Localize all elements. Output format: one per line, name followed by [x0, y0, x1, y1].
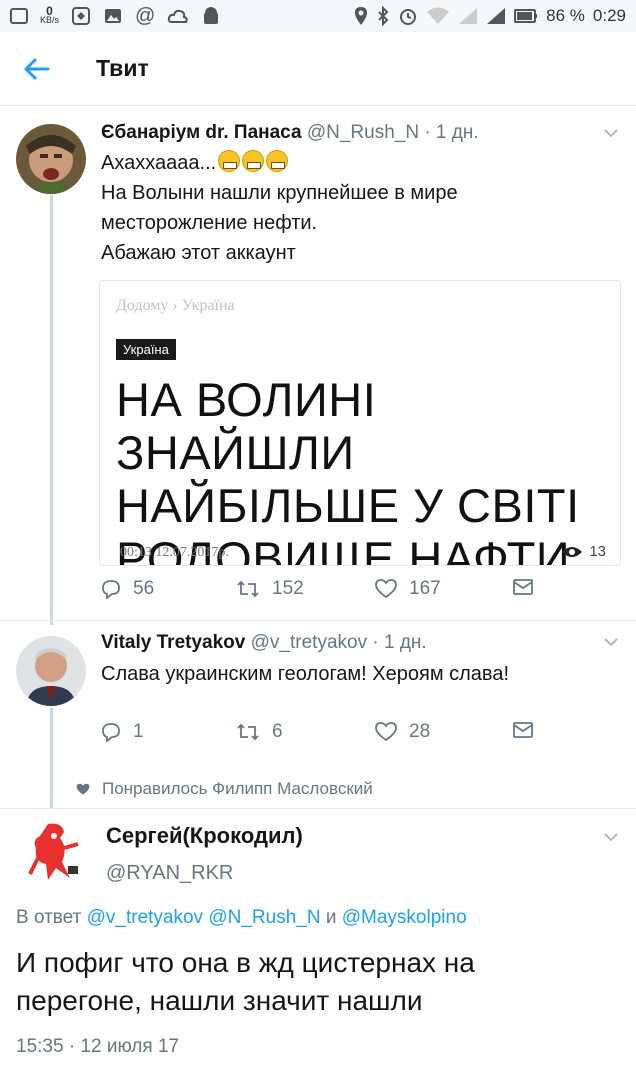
username[interactable]: @v_tretyakov [251, 632, 367, 653]
caret-down-icon[interactable] [604, 126, 618, 140]
tweet-actions: 56 152 167 [101, 578, 541, 608]
clock: 0:29 [592, 6, 626, 25]
network-speed: 0 KB/s [40, 4, 60, 25]
link-card[interactable]: Додому › Україна Україна НА ВОЛИНІ ЗНАЙШ… [99, 280, 621, 566]
dm-button[interactable] [512, 578, 534, 596]
like-icon [375, 579, 397, 599]
battery-icon [514, 9, 538, 23]
divider [0, 620, 636, 621]
display-name[interactable]: Vitaly Tretyakov [101, 632, 245, 653]
heart-icon [76, 783, 90, 795]
tweet-age: · 1 дн. [372, 632, 427, 653]
caret-down-icon[interactable] [604, 830, 618, 844]
retweet-button[interactable]: 152 [236, 578, 304, 600]
notification-icon [10, 8, 28, 24]
mention-link[interactable]: @v_tretyakov [87, 907, 203, 928]
avatar[interactable] [18, 818, 84, 884]
tweet-age: · 1 дн. [424, 122, 479, 143]
liked-by-notice[interactable]: Понравилось Филипп Масловский [76, 779, 373, 799]
dm-icon [513, 722, 533, 738]
grinning-emoji [266, 150, 289, 172]
retweet-icon [237, 580, 259, 598]
reply-button[interactable]: 56 [101, 578, 154, 600]
divider [0, 808, 636, 809]
breadcrumb: Додому › Україна [116, 297, 235, 314]
app-header: Твит [0, 32, 636, 106]
signal-icon-2 [487, 8, 506, 24]
reply-context: В ответ @v_tretyakov @N_Rush_N и @Maysko… [16, 907, 467, 928]
gallery-icon [105, 9, 122, 23]
dm-icon [513, 579, 533, 595]
tweet-header: Єбанаріум dr. Панаса @N_Rush_N · 1 дн. [101, 122, 479, 144]
grinning-emoji [242, 150, 265, 172]
cloud-icon [168, 9, 188, 23]
tweet-actions: 1 6 28 [101, 721, 541, 751]
like-icon [375, 722, 397, 742]
tweet-text: Слава украинским геологам! Хероям слава! [101, 663, 509, 685]
username[interactable]: @N_Rush_N [307, 122, 419, 143]
retweet-icon [237, 723, 259, 741]
status-bar: 0 KB/s @ 86 % 0:29 [0, 0, 636, 32]
grinning-emoji [218, 150, 241, 172]
reply-icon [102, 580, 120, 599]
display-name[interactable]: Сергей(Крокодил) [106, 823, 303, 849]
tweet-timestamp: 15:35 · 12 июля 17 [16, 1036, 180, 1057]
back-arrow-icon[interactable] [22, 54, 52, 84]
avatar[interactable] [16, 124, 86, 194]
category-badge: Україна [116, 339, 176, 360]
retweet-button[interactable]: 6 [236, 721, 283, 743]
at-icon: @ [135, 4, 156, 27]
like-button[interactable]: 167 [375, 578, 441, 600]
reply-button[interactable]: 1 [101, 721, 144, 743]
app-icon [72, 7, 91, 25]
dm-button[interactable] [512, 721, 534, 739]
thread-line [50, 708, 53, 808]
reply-icon [102, 723, 120, 742]
mention-link[interactable]: @Mayskolpino [342, 907, 467, 928]
thread-line [50, 195, 53, 625]
like-button[interactable]: 28 [375, 721, 430, 743]
avatar[interactable] [16, 636, 86, 706]
page-title: Твит [96, 55, 149, 81]
card-views: 13 [561, 543, 606, 560]
wifi-icon [427, 7, 450, 24]
card-headline: НА ВОЛИНІ ЗНАЙШЛИ НАЙБІЛЬШЕ У СВІТІ РОДО… [116, 373, 580, 566]
card-date: 00:13 12.07.2017р. [120, 545, 229, 560]
tweet-header: Vitaly Tretyakov @v_tretyakov · 1 дн. [101, 632, 427, 654]
battery-level: 86 % [546, 6, 585, 25]
signal-icon [459, 8, 478, 24]
location-icon [355, 7, 368, 25]
android-icon [204, 7, 219, 24]
username[interactable]: @RYAN_RKR [106, 862, 233, 885]
tweet-text: Ахаххаааа... На Волыни нашли крупнейшее … [101, 150, 458, 264]
bluetooth-icon [378, 6, 389, 26]
mention-link[interactable]: @N_Rush_N [208, 907, 320, 928]
display-name[interactable]: Єбанаріум dr. Панаса [101, 122, 302, 143]
alarm-icon [400, 9, 417, 25]
tweet-text: И пофиг что она в жд цистернах на перего… [16, 947, 475, 1016]
eye-icon [562, 546, 583, 557]
caret-down-icon[interactable] [604, 635, 618, 649]
